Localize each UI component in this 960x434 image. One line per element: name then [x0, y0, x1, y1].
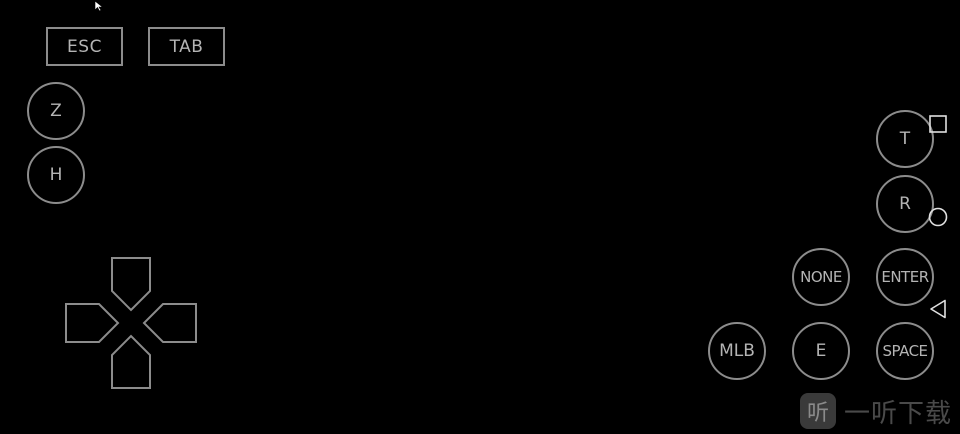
- triangle-back-icon[interactable]: [929, 299, 947, 319]
- space-key-button[interactable]: SPACE: [876, 322, 934, 380]
- enter-key-button[interactable]: ENTER: [876, 248, 934, 306]
- h-key-button[interactable]: H: [27, 146, 85, 204]
- square-icon[interactable]: [929, 115, 947, 133]
- e-key-button[interactable]: E: [792, 322, 850, 380]
- t-key-button[interactable]: T: [876, 110, 934, 168]
- dpad-left-button[interactable]: [65, 303, 120, 343]
- dpad-down-button[interactable]: [111, 334, 151, 389]
- esc-key-button[interactable]: ESC: [46, 27, 123, 66]
- watermark: 听 一听下载: [800, 391, 952, 431]
- watermark-text: 一听下载: [844, 398, 953, 429]
- dpad-right-button[interactable]: [142, 303, 197, 343]
- tab-key-button[interactable]: TAB: [148, 27, 225, 66]
- r-key-button[interactable]: R: [876, 175, 934, 233]
- mouse-pointer-icon: [94, 0, 104, 12]
- dpad-icon[interactable]: [64, 256, 198, 390]
- watermark-logo-icon: 听: [800, 393, 836, 429]
- circle-icon[interactable]: [928, 207, 948, 227]
- dpad-up-button[interactable]: [111, 257, 151, 312]
- mlb-key-button[interactable]: MLB: [708, 322, 766, 380]
- none-key-button[interactable]: NONE: [792, 248, 850, 306]
- z-key-button[interactable]: Z: [27, 82, 85, 140]
